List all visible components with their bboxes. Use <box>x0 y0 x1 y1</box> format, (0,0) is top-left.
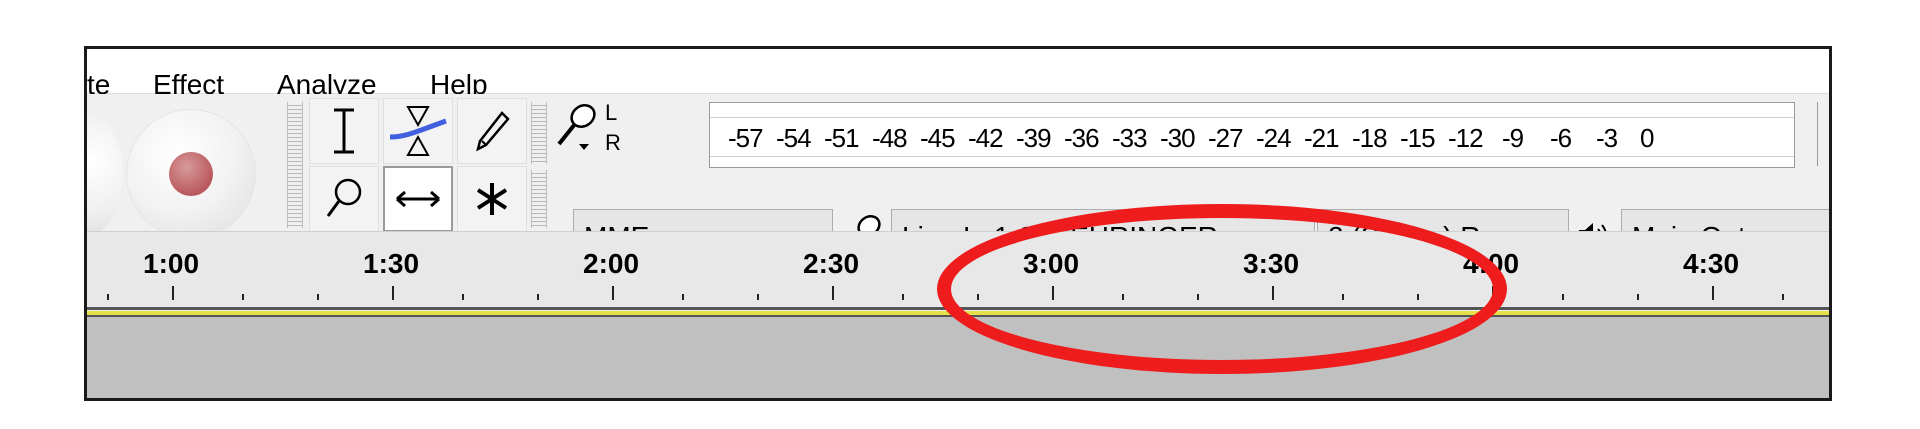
record-button[interactable] <box>127 110 255 238</box>
meter-tick-label: -18 <box>1352 123 1388 153</box>
major-tick <box>612 286 614 300</box>
meter-tick-label: -6 <box>1550 123 1572 153</box>
timeline-label: 2:30 <box>803 248 860 279</box>
minor-tick <box>107 294 109 300</box>
meter-tick-label: -15 <box>1400 123 1436 153</box>
minor-tick <box>462 294 464 300</box>
meter-bar-left <box>710 103 1794 118</box>
meter-tick-label: 0 <box>1640 123 1655 153</box>
major-tick <box>392 286 394 300</box>
meter-tick-label: -57 <box>728 123 764 153</box>
zoom-tool-button[interactable] <box>309 166 379 232</box>
minor-tick <box>537 294 539 300</box>
major-tick <box>172 286 174 300</box>
timeline-label: 4:30 <box>1683 248 1740 279</box>
selection-tool-button[interactable] <box>309 98 379 164</box>
annotation-ellipse <box>937 204 1507 374</box>
minor-tick <box>1782 294 1784 300</box>
major-tick <box>1712 286 1714 300</box>
asterisk-icon <box>476 183 508 215</box>
tools-toolbar-grip[interactable] <box>287 102 303 228</box>
minor-tick <box>902 294 904 300</box>
meter-bar-right <box>710 156 1794 167</box>
meter-channel-left: L <box>605 100 618 125</box>
transport-button-partial[interactable] <box>87 110 123 238</box>
magnifier-icon <box>326 178 362 217</box>
multi-tool-button[interactable] <box>457 166 527 232</box>
meter-tick-label: -21 <box>1304 123 1340 153</box>
meter-tick-label: -48 <box>872 123 908 153</box>
meter-channel-right: R <box>605 130 621 155</box>
minor-tick <box>757 294 759 300</box>
major-tick <box>832 286 834 300</box>
record-icon <box>169 152 213 196</box>
device-toolbar-grip[interactable] <box>531 170 547 228</box>
meter-tick-label: -27 <box>1208 123 1244 153</box>
minor-tick <box>317 294 319 300</box>
minor-tick <box>1562 294 1564 300</box>
menu-bar: te Effect Analyze Help <box>87 49 1829 100</box>
minor-tick <box>242 294 244 300</box>
time-shift-tool-button[interactable] <box>383 166 453 232</box>
meter-tick-label: -33 <box>1112 123 1148 153</box>
timeline-label: 1:00 <box>143 248 200 279</box>
audacity-window: te Effect Analyze Help L R -57 -54 -51 -… <box>84 46 1832 401</box>
meter-tick-label: -30 <box>1160 123 1196 153</box>
record-meter-button[interactable]: L R <box>553 100 623 164</box>
timeline-label: 1:30 <box>363 248 420 279</box>
double-arrow-icon <box>396 190 440 208</box>
selection-i-beam-icon <box>334 108 354 154</box>
microphone-icon <box>557 104 596 150</box>
meter-tick-label: -54 <box>776 123 812 153</box>
meter-tick-label: -24 <box>1256 123 1292 153</box>
meter-tick-label: -51 <box>824 123 860 153</box>
meter-tick-label: -9 <box>1502 123 1524 153</box>
record-meter[interactable]: -57 -54 -51 -48 -45 -42 -39 -36 -33 -30 … <box>709 102 1795 168</box>
meter-tick-label: -42 <box>968 123 1004 153</box>
envelope-icon <box>389 106 447 156</box>
meter-tick-label: -3 <box>1596 123 1618 153</box>
meter-tick-label: -12 <box>1448 123 1484 153</box>
timeline-label: 2:00 <box>583 248 640 279</box>
meter-tick-label: -36 <box>1064 123 1100 153</box>
pencil-icon <box>476 111 510 152</box>
draw-tool-button[interactable] <box>457 98 527 164</box>
meter-toolbar-grip[interactable] <box>531 102 547 164</box>
minor-tick <box>682 294 684 300</box>
minor-tick <box>1637 294 1639 300</box>
envelope-tool-button[interactable] <box>383 98 453 164</box>
track-area[interactable] <box>87 317 1829 398</box>
meter-tick-label: -45 <box>920 123 956 153</box>
meter-tick-label: -39 <box>1016 123 1052 153</box>
meter-edge <box>1817 102 1829 166</box>
